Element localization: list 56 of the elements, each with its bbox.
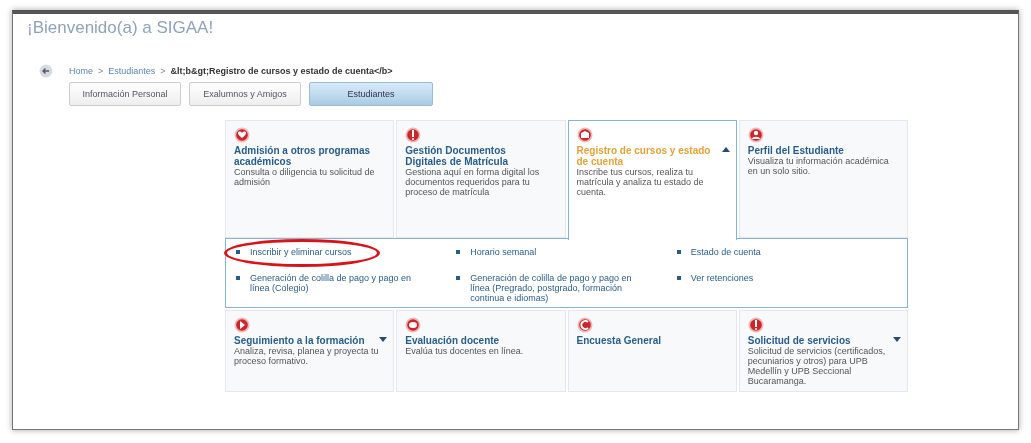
breadcrumb-current: &lt;b&gt;Registro de cursos y estado de cuenta</b> (170, 66, 393, 76)
service-card[interactable]: Evaluación docente Evalúa tus docentes en línea. (396, 310, 566, 392)
card-title: Seguimiento a la formación (234, 335, 366, 346)
badge-icon (234, 127, 250, 143)
tab[interactable]: Exalumnos y Amigos (189, 82, 301, 106)
card-description: Consulta o diligencia tu solicitud de admisión (234, 167, 376, 187)
caret-icon[interactable] (379, 337, 388, 342)
card-title: Encuesta General (576, 335, 662, 346)
card-description: Visualiza tu información académica en un solo sitio. (747, 156, 890, 176)
card-title: Gestión Documentos Digitales de Matrícula (405, 145, 509, 167)
tab[interactable]: Estudiantes (309, 82, 433, 106)
card-description: Inscribe tus cursos, realiza tu matrícula y analiza tu estado de cuenta. (576, 167, 705, 197)
breadcrumb-separator: > (98, 66, 104, 76)
bullet-icon (676, 276, 681, 280)
card-description: Solicitud de servicios (certificados, pecuniarios y otros) para UPB Medellín y UPB Seccional Bucaramanga. (747, 346, 887, 386)
card-description: Gestiona aquí en forma digital los documentos requeridos para tu proceso de matrícula (405, 167, 541, 197)
breadcrumb-link[interactable]: Estudiantes (108, 66, 156, 76)
service-card[interactable]: Gestión Documentos Digitales de Matrícula Gestiona aquí en forma digital los documentos requeridos para tu proceso de matrícula (396, 120, 566, 238)
service-card[interactable]: Registro de cursos y estado de cuenta Inscribe tus cursos, realiza tu matrícula y analiza tu estado de cuenta. (567, 120, 737, 240)
card-title: Evaluación docente (405, 335, 501, 346)
breadcrumb-separator: > (160, 66, 166, 76)
card-title: Perfil del Estudiante (747, 145, 845, 156)
submenu-link[interactable]: Inscribir y eliminar cursos (250, 247, 352, 257)
bullet-icon (236, 250, 240, 254)
submenu-link[interactable]: Generación de colilla de pago y pago en línea (Pregrado, postgrado, formación continua e idiomas) (470, 273, 647, 303)
welcome-title: ¡Bienvenido(a) a SIGAA! (26, 17, 215, 38)
submenu-link[interactable]: Generación de colilla de pago y pago en línea (Colegio) (250, 273, 427, 293)
tab[interactable]: Información Personal (69, 82, 181, 106)
bullet-icon (676, 250, 681, 254)
bullet-icon (236, 276, 240, 280)
caret-icon[interactable] (893, 337, 901, 342)
service-card[interactable]: Perfil del Estudiante Visualiza tu información académica en un solo sitio. (738, 120, 908, 238)
card-description: Evalúa tus docentes en línea. (405, 346, 525, 356)
submenu-link[interactable]: Horario semanal (470, 247, 537, 257)
card-title: Solicitud de servicios (747, 335, 852, 346)
badge-icon (405, 127, 422, 143)
bullet-icon (456, 250, 461, 254)
service-card[interactable]: Admisión a otros programas académicos Consulta o diligencia tu solicitud de admisión (225, 120, 395, 238)
service-card[interactable]: Seguimiento a la formación Analiza, revisa, planea y proyecta tu proceso formativo. (225, 310, 395, 392)
badge-icon (747, 317, 764, 333)
card-title: Registro de cursos y estado de cuenta (576, 145, 712, 167)
service-card[interactable]: Encuesta General (567, 310, 737, 392)
badge-icon (405, 317, 422, 333)
back-icon[interactable] (39, 64, 53, 78)
service-card[interactable]: Solicitud de servicios Solicitud de servicios (certificados, pecuniarios y otros) para UPB Medellín y UPB Seccional Bucaramanga. (738, 310, 908, 392)
bullet-icon (456, 276, 461, 280)
submenu-link[interactable]: Estado de cuenta (690, 247, 761, 257)
badge-icon (747, 127, 764, 143)
card-description: Analiza, revisa, planea y proyecta tu proceso formativo. (234, 346, 380, 366)
submenu-link[interactable]: Ver retenciones (690, 273, 754, 283)
card-title: Admisión a otros programas académicos (234, 145, 372, 167)
badge-icon (576, 127, 593, 143)
caret-icon[interactable] (721, 147, 730, 152)
badge-icon (234, 317, 250, 333)
badge-icon (576, 317, 593, 333)
breadcrumb-link[interactable]: Home (69, 66, 93, 76)
